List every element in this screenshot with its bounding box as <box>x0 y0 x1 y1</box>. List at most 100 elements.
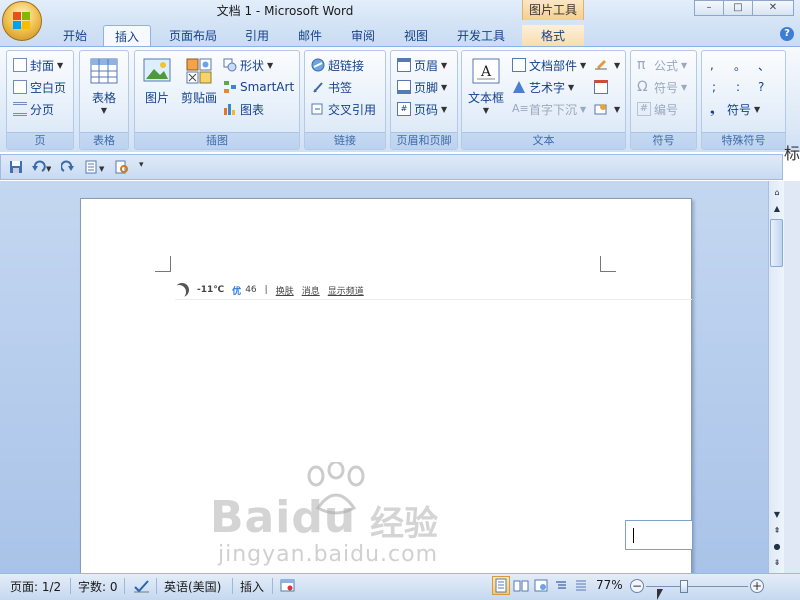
zoom-level[interactable]: 77% <box>596 578 623 592</box>
zoom-in-icon[interactable]: + <box>750 579 764 593</box>
footer-button[interactable]: 页脚 ▼ <box>397 77 447 97</box>
svg-text:▼: ▼ <box>99 165 105 173</box>
close-button[interactable]: ✕ <box>752 0 794 16</box>
special-char-semicolon[interactable]: ; <box>712 77 716 97</box>
tab-insert[interactable]: 插入 <box>103 25 151 46</box>
office-logo-icon <box>13 12 31 30</box>
picture-icon <box>142 56 172 86</box>
draft-icon[interactable] <box>572 576 590 595</box>
status-bar: 页面: 1/2 字数: 0 英语(美国) 插入 77% − + <box>0 573 800 600</box>
picture-button[interactable]: 图片 <box>135 56 179 106</box>
cut-off-text: 标 <box>784 144 800 163</box>
list-style-icon[interactable]: ▼ <box>85 160 107 174</box>
header-icon <box>397 58 411 72</box>
crop-mark-left <box>155 256 171 272</box>
tab-references[interactable]: 引用 <box>237 25 277 46</box>
show-channel-link[interactable]: 显示频道 <box>328 284 364 297</box>
help-icon[interactable]: ? <box>780 27 794 41</box>
tab-home[interactable]: 开始 <box>55 25 95 46</box>
news-link[interactable]: 消息 <box>302 284 320 297</box>
office-button[interactable] <box>2 1 42 41</box>
customize-qat-icon[interactable]: ▾ <box>139 160 153 174</box>
save-icon[interactable] <box>9 160 23 174</box>
page-break-button[interactable]: 分页 <box>13 99 54 119</box>
quickparts-button[interactable]: 文档部件 ▼ <box>512 55 586 75</box>
redo-icon[interactable] <box>60 160 75 174</box>
zoom-slider-track[interactable] <box>646 586 748 587</box>
outline-icon[interactable] <box>552 576 570 595</box>
chart-button[interactable]: 图表 <box>223 99 264 119</box>
group-pages-label: 页 <box>7 132 73 149</box>
zoom-slider-thumb[interactable] <box>680 580 688 593</box>
signature-line-button[interactable]: ▼ <box>594 55 620 75</box>
symbol-button[interactable]: Ω 符号 ▼ <box>637 77 687 97</box>
table-button[interactable]: 表格 ▼ <box>82 56 126 115</box>
tab-format[interactable]: 格式 <box>522 25 584 46</box>
special-char-colon[interactable]: : <box>736 77 740 97</box>
tab-mailings[interactable]: 邮件 <box>290 25 330 46</box>
quick-access-toolbar: ▼ ▼ ▾ <box>0 154 783 180</box>
clipart-icon <box>184 56 214 86</box>
hyperlink-button[interactable]: 超链接 <box>311 55 364 75</box>
special-char-dun[interactable]: 、 <box>758 55 770 75</box>
print-layout-icon[interactable] <box>492 576 510 595</box>
language-indicator[interactable]: 英语(美国) <box>164 578 221 595</box>
status-separator <box>124 578 125 594</box>
smartart-label: SmartArt <box>240 80 295 94</box>
skin-link[interactable]: 换肤 <box>276 284 294 297</box>
text-box[interactable] <box>625 520 693 550</box>
tab-review[interactable]: 审阅 <box>343 25 383 46</box>
special-symbol-button[interactable]: ❟ 符号 ▼ <box>710 99 760 119</box>
header-button[interactable]: 页眉 ▼ <box>397 55 447 75</box>
bookmark-button[interactable]: 书签 <box>311 77 352 97</box>
horizontal-rule <box>175 299 692 300</box>
ruler-toggle-icon[interactable]: ⌂ <box>771 187 783 199</box>
footer-label: 页脚 <box>414 80 439 95</box>
group-symbols: π 公式 ▼ Ω 符号 ▼ # 编号 符号 <box>630 50 697 150</box>
textbox-button[interactable]: A 文本框 ▼ <box>464 56 508 115</box>
tab-view[interactable]: 视图 <box>396 25 436 46</box>
numbering-button[interactable]: # 编号 <box>637 99 678 119</box>
ribbon-tabs: 开始 插入 页面布局 引用 邮件 审阅 视图 开发工具 格式 ? <box>0 22 800 46</box>
word-count[interactable]: 字数: 0 <box>78 578 118 595</box>
scroll-thumb[interactable] <box>770 219 783 267</box>
clipart-button[interactable]: 剪贴画 <box>177 56 221 106</box>
minimize-button[interactable]: – <box>694 0 724 16</box>
scroll-up-icon[interactable]: ▲ <box>771 203 783 215</box>
tab-page-layout[interactable]: 页面布局 <box>161 25 225 46</box>
next-page-icon[interactable]: ⇟ <box>771 557 783 569</box>
shapes-icon <box>223 58 237 72</box>
print-preview-icon[interactable] <box>115 160 129 174</box>
vertical-scrollbar[interactable]: ⌂ ▲ ▼ ⇞ ● ⇟ <box>768 181 784 573</box>
datetime-button[interactable] <box>594 77 611 97</box>
restore-button[interactable]: □ <box>723 0 753 16</box>
previous-page-icon[interactable]: ⇞ <box>771 525 783 537</box>
object-button[interactable]: ▼ <box>594 99 620 119</box>
page-count[interactable]: 页面: 1/2 <box>10 578 61 595</box>
dropcap-button[interactable]: A≡ 首字下沉 ▼ <box>512 99 586 119</box>
shapes-button[interactable]: 形状 ▼ <box>223 55 273 75</box>
undo-icon[interactable]: ▼ <box>31 160 52 174</box>
special-char-period[interactable]: 。 <box>734 55 746 75</box>
equation-button[interactable]: π 公式 ▼ <box>637 55 687 75</box>
tab-developer[interactable]: 开发工具 <box>449 25 513 46</box>
zoom-out-icon[interactable]: − <box>630 579 644 593</box>
crossref-button[interactable]: 交叉引用 <box>311 99 376 119</box>
special-char-question[interactable]: ? <box>758 77 764 97</box>
blank-page-button[interactable]: 空白页 <box>13 77 66 97</box>
smartart-button[interactable]: SmartArt <box>223 77 294 97</box>
wordart-button[interactable]: 艺术字 ▼ <box>512 77 574 97</box>
insert-mode[interactable]: 插入 <box>240 578 264 595</box>
group-illustrations: 图片 剪贴画 形状 ▼ SmartArt 图表 插图 <box>134 50 300 150</box>
full-screen-reading-icon[interactable] <box>512 576 530 595</box>
select-browse-object-icon[interactable]: ● <box>771 541 783 553</box>
cover-page-button[interactable]: 封面 ▼ <box>13 55 63 75</box>
macro-record-icon[interactable] <box>280 578 296 594</box>
web-layout-icon[interactable] <box>532 576 550 595</box>
spellcheck-icon[interactable] <box>133 578 149 594</box>
special-char-comma[interactable]: , <box>710 55 714 75</box>
status-separator <box>232 578 233 594</box>
group-text: A 文本框 ▼ 文档部件 ▼ 艺术字 ▼ A≡ 首字下沉 ▼ ▼ ▼ 文本 <box>461 50 626 150</box>
scroll-down-icon[interactable]: ▼ <box>771 509 783 521</box>
page-number-button[interactable]: # 页码 ▼ <box>397 99 447 119</box>
